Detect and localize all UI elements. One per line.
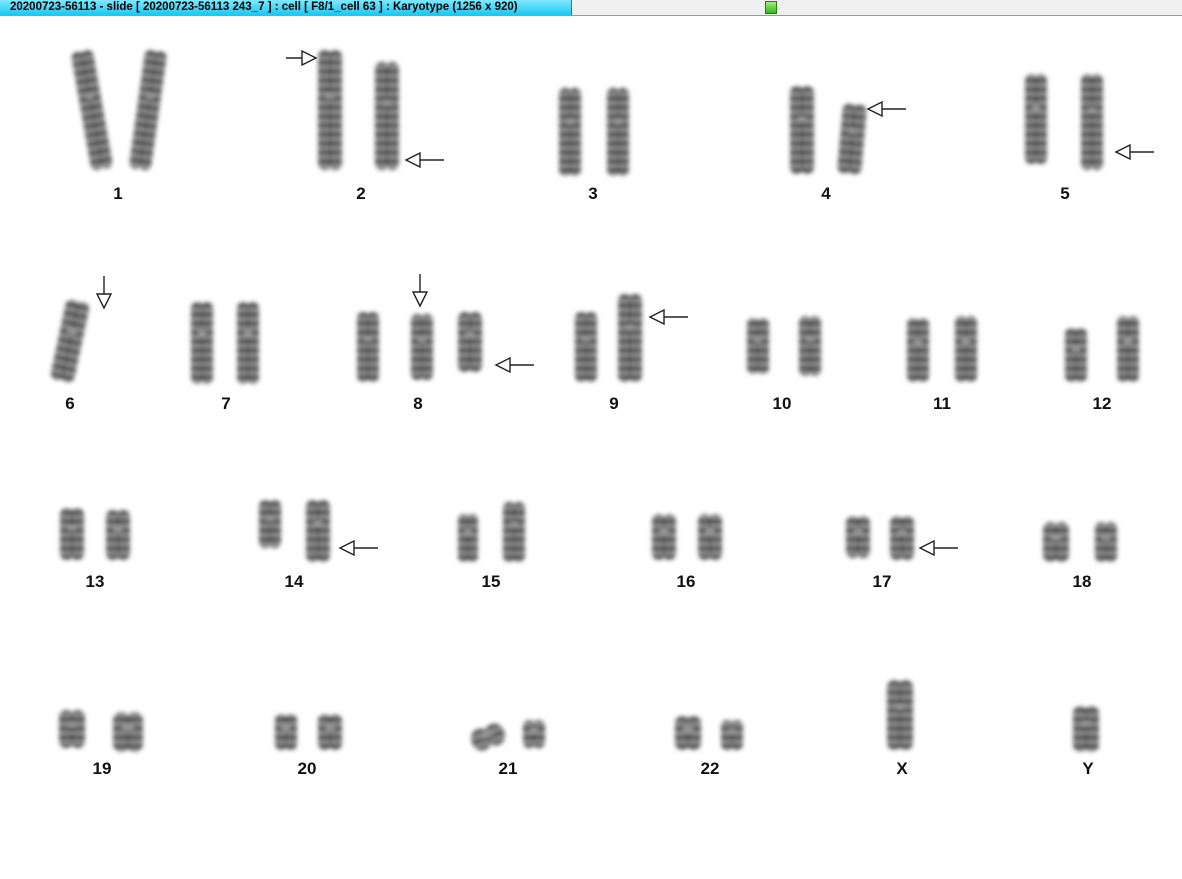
chromosome-15-homolog-2[interactable] bbox=[503, 502, 525, 562]
chromosome-6-homolog-1[interactable] bbox=[50, 298, 91, 383]
chromosome-22-homolog-1[interactable] bbox=[675, 716, 701, 750]
hollow-arrow-icon-chr2-1 bbox=[286, 49, 318, 67]
status-indicator[interactable] bbox=[765, 1, 777, 14]
hollow-arrow-icon-chr9-1 bbox=[648, 308, 688, 326]
chromosome-label-22: 22 bbox=[700, 759, 720, 778]
chromosome-label-x: X bbox=[896, 759, 908, 778]
chromosome-13-homolog-1[interactable] bbox=[60, 508, 84, 560]
chromosome-2-homolog-1[interactable] bbox=[318, 50, 342, 170]
chromosome-15-homolog-1[interactable] bbox=[458, 514, 478, 562]
chromosome-7-homolog-2[interactable] bbox=[237, 302, 259, 384]
chromosome-12-homolog-2[interactable] bbox=[1117, 316, 1139, 382]
chromosome-8-homolog-1[interactable] bbox=[357, 312, 379, 382]
chromosome-label-6: 6 bbox=[65, 394, 75, 413]
chromosome-3-homolog-1[interactable] bbox=[559, 88, 581, 176]
chromosome-18-homolog-2[interactable] bbox=[1095, 522, 1117, 562]
chromosome-label-3: 3 bbox=[588, 184, 598, 203]
chromosome-12-homolog-1[interactable] bbox=[1065, 328, 1087, 382]
chromosome-label-15: 15 bbox=[481, 572, 501, 591]
chromosome-14-homolog-2[interactable] bbox=[306, 500, 330, 562]
chromosome-y-homolog-1[interactable] bbox=[1073, 706, 1099, 752]
chromosome-11-homolog-1[interactable] bbox=[907, 318, 929, 382]
chromosome-22-homolog-2[interactable] bbox=[721, 720, 743, 750]
chromosome-label-7: 7 bbox=[221, 394, 231, 413]
chromosome-label-17: 17 bbox=[872, 572, 892, 591]
chromosome-16-homolog-1[interactable] bbox=[652, 514, 676, 560]
chromosome-3-homolog-2[interactable] bbox=[607, 88, 629, 176]
chromosome-2-homolog-2[interactable] bbox=[375, 62, 399, 170]
chromosome-label-5: 5 bbox=[1060, 184, 1070, 203]
chromosome-21-homolog-1[interactable] bbox=[468, 721, 507, 753]
chromosome-10-homolog-1[interactable] bbox=[747, 318, 769, 374]
title-bar: 20200723-56113 - slide [ 20200723-56113 … bbox=[0, 0, 1182, 16]
hollow-arrow-icon-chr17-1 bbox=[918, 539, 958, 557]
hollow-arrow-icon-chr8-2 bbox=[494, 356, 534, 374]
title-tab[interactable]: 20200723-56113 - slide [ 20200723-56113 … bbox=[0, 0, 572, 15]
chromosome-7-homolog-1[interactable] bbox=[191, 302, 213, 384]
chromosome-1-homolog-2[interactable] bbox=[129, 49, 167, 171]
chromosome-label-4: 4 bbox=[821, 184, 831, 203]
chromosome-21-homolog-2[interactable] bbox=[523, 720, 545, 748]
chromosome-label-14: 14 bbox=[284, 572, 304, 591]
hollow-arrow-icon-chr2-2 bbox=[404, 151, 444, 169]
chromosome-8-homolog-2[interactable] bbox=[411, 314, 433, 380]
chromosome-label-21: 21 bbox=[498, 759, 518, 778]
karyotype-canvas: 1 2 3 4 5 6 7 8 9 10 11 12 13 14 15 16 17 18 19 20 21 22 X Y bbox=[0, 16, 1182, 879]
chromosome-label-1: 1 bbox=[113, 184, 123, 203]
chromosome-label-19: 19 bbox=[92, 759, 112, 778]
chromosome-label-20: 20 bbox=[297, 759, 317, 778]
hollow-arrow-icon-chr6-1 bbox=[95, 276, 113, 310]
chromosome-4-homolog-2[interactable] bbox=[837, 103, 867, 175]
chromosome-1-homolog-1[interactable] bbox=[71, 49, 114, 171]
chromosome-20-homolog-1[interactable] bbox=[275, 714, 297, 750]
chromosome-10-homolog-2[interactable] bbox=[799, 316, 821, 376]
chromosome-17-homolog-2[interactable] bbox=[890, 516, 914, 560]
chromosome-label-8: 8 bbox=[413, 394, 423, 413]
chromosome-8-homolog-3[interactable] bbox=[458, 312, 482, 372]
hollow-arrow-icon-chr5-1 bbox=[1114, 143, 1154, 161]
hollow-arrow-icon-chr8-1 bbox=[411, 274, 429, 308]
chromosome-17-homolog-1[interactable] bbox=[846, 516, 870, 558]
chromosome-x-homolog-1[interactable] bbox=[887, 680, 913, 750]
chromosome-label-16: 16 bbox=[676, 572, 696, 591]
chromosome-label-12: 12 bbox=[1092, 394, 1112, 413]
chromosome-label-11: 11 bbox=[933, 394, 951, 413]
chromosome-19-homolog-1[interactable] bbox=[59, 710, 85, 748]
chromosome-18-homolog-1[interactable] bbox=[1043, 522, 1069, 562]
chromosome-5-homolog-2[interactable] bbox=[1081, 74, 1103, 170]
hollow-arrow-icon-chr14-1 bbox=[338, 539, 378, 557]
chromosome-9-homolog-1[interactable] bbox=[575, 312, 597, 382]
chromosome-16-homolog-2[interactable] bbox=[698, 514, 722, 560]
window-title: 20200723-56113 - slide [ 20200723-56113 … bbox=[10, 1, 518, 13]
chromosome-label-13: 13 bbox=[85, 572, 105, 591]
chromosome-label-10: 10 bbox=[772, 394, 792, 413]
chromosome-13-homolog-2[interactable] bbox=[106, 510, 130, 560]
chromosome-label-9: 9 bbox=[609, 394, 619, 413]
chromosome-label-2: 2 bbox=[356, 184, 366, 203]
chromosome-11-homolog-2[interactable] bbox=[955, 316, 977, 382]
chromosome-5-homolog-1[interactable] bbox=[1025, 74, 1047, 164]
chromosome-19-homolog-2[interactable] bbox=[113, 712, 143, 752]
chromosome-20-homolog-2[interactable] bbox=[318, 714, 342, 750]
chromosome-label-y: Y bbox=[1082, 759, 1094, 778]
hollow-arrow-icon-chr4-1 bbox=[866, 100, 906, 118]
chromosome-14-homolog-1[interactable] bbox=[259, 500, 281, 548]
chromosome-4-homolog-1[interactable] bbox=[790, 86, 814, 174]
chromosome-label-18: 18 bbox=[1072, 572, 1092, 591]
chromosome-layer bbox=[50, 49, 1154, 753]
chromosome-9-homolog-2[interactable] bbox=[618, 294, 642, 382]
